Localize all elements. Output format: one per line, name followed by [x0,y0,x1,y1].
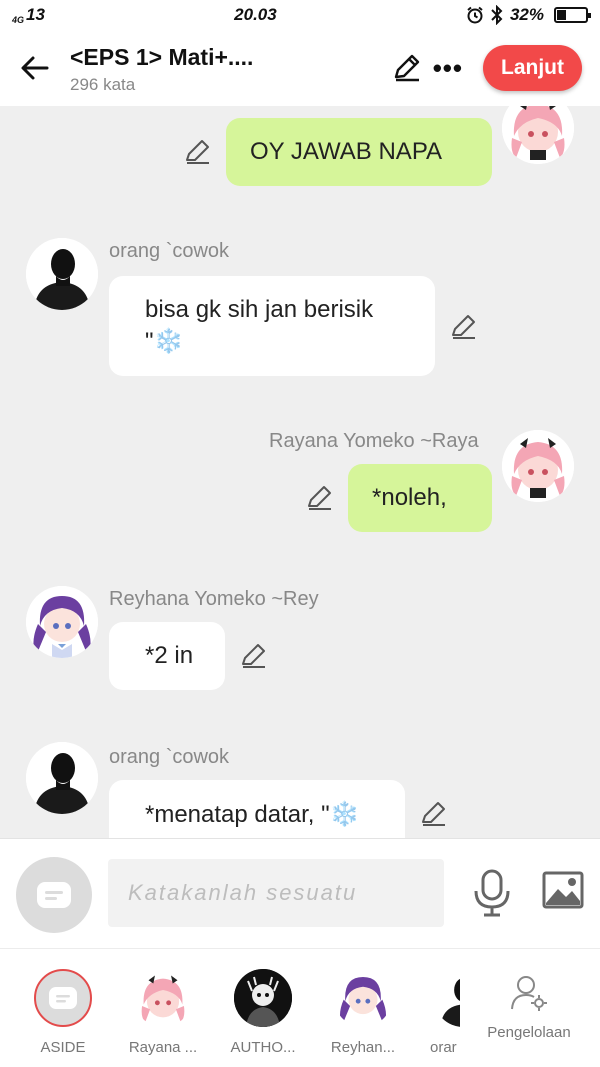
battery-icon [553,7,591,23]
status-bar: 4G 13 20.03 32% [0,0,600,30]
message-bubble[interactable]: *menatap datar, "❄️ [109,780,405,838]
chat-area[interactable]: OY JAWAB NAPA orang `cowok bisa gk sih j… [0,106,600,838]
message-bubble[interactable]: OY JAWAB NAPA [226,118,492,186]
character-label: Reyhan... [330,1039,396,1056]
message-text: *2 in [145,642,194,669]
edit-title-button[interactable] [387,48,427,88]
pencil-icon[interactable] [450,313,478,341]
pink-hair-girl-avatar-icon [502,430,574,502]
message-bubble[interactable]: *2 in [109,622,225,690]
avatar[interactable] [26,238,98,310]
aside-avatar [34,969,92,1027]
avatar [334,969,392,1027]
pencil-icon[interactable] [306,484,334,512]
character-label: Rayana ... [128,1039,198,1056]
avatar[interactable] [26,586,98,658]
pencil-icon[interactable] [240,642,268,670]
signal-bars: 13 [26,5,45,24]
more-options-button[interactable]: ••• [433,55,463,81]
avatar [434,969,460,1027]
message-text: OY JAWAB NAPA [250,138,443,165]
author-avatar-icon [234,969,292,1027]
purple-hair-girl-avatar-icon [334,969,392,1027]
character-item-reyhana[interactable]: Reyhan... [313,969,413,1056]
pencil-icon[interactable] [184,138,212,166]
silhouette-avatar-icon [26,238,98,310]
message-input[interactable]: Katakanlah sesuatu [108,859,444,927]
message-text: *menatap datar, "❄️ [145,801,360,828]
continue-button[interactable]: Lanjut [483,45,582,91]
bluetooth-icon [491,5,503,25]
aside-toggle-button[interactable] [16,857,92,933]
app-header: <EPS 1> Mati+.... 296 kata ••• Lanjut [0,30,600,106]
avatar [134,969,192,1027]
character-item-author[interactable]: AUTHO... [213,969,313,1056]
user-settings-icon [511,976,547,1011]
avatar[interactable] [502,106,574,164]
word-count: 296 kata [70,74,136,94]
silhouette-avatar-icon [26,742,98,814]
character-item-rayana[interactable]: Rayana ... [113,969,213,1056]
sender-name: orang `cowok [109,746,230,768]
pink-hair-girl-avatar-icon [502,106,574,164]
back-button[interactable] [0,30,70,106]
character-label: Pengelolaan [487,1024,571,1041]
pink-hair-girl-avatar-icon [134,969,192,1027]
arrow-left-icon [21,56,49,80]
microphone-icon[interactable] [472,869,512,917]
avatar [234,969,292,1027]
image-icon[interactable] [542,871,584,909]
alarm-icon [467,6,483,24]
pencil-icon [394,54,419,82]
character-item-orang[interactable]: orar [400,969,460,1056]
signal-indicator: 4G 13 [12,5,45,25]
character-label: ASIDE [40,1039,86,1056]
avatar[interactable] [26,742,98,814]
battery-fill [556,10,566,20]
sender-name: Reyhana Yomeko ~Rey [109,588,319,610]
message-text-line2: "❄️ [145,328,184,355]
character-bar: ASIDE Rayana ... AUTHO... Reyhan... orar… [0,948,600,1067]
message-input-bar: Katakanlah sesuatu [0,838,600,948]
sender-name: Rayana Yomeko ~Raya [269,430,479,452]
avatar[interactable] [502,430,574,502]
clock: 20.03 [234,5,277,24]
character-label: orar [430,1039,457,1056]
pencil-icon[interactable] [420,800,448,828]
sender-name: orang `cowok [109,240,230,262]
message-bubble[interactable]: bisa gk sih jan berisik "❄️ [109,276,435,376]
network-type: 4G [12,15,25,25]
manage-characters-button[interactable]: Pengelolaan [474,973,584,1041]
message-text: bisa gk sih jan berisik [145,296,374,323]
title-area: <EPS 1> Mati+.... 296 kata [70,42,387,95]
chat-bubble-icon [37,882,71,908]
battery-percent: 32% [509,5,544,24]
character-label: AUTHO... [230,1039,296,1056]
message-bubble[interactable]: *noleh, [348,464,492,532]
message-text: *noleh, [372,484,447,511]
silhouette-avatar-icon [434,969,460,1027]
page-title: <EPS 1> Mati+.... [70,43,254,70]
chat-bubble-icon [49,987,77,1009]
character-item-aside[interactable]: ASIDE [13,969,113,1056]
purple-hair-girl-avatar-icon [26,586,98,658]
